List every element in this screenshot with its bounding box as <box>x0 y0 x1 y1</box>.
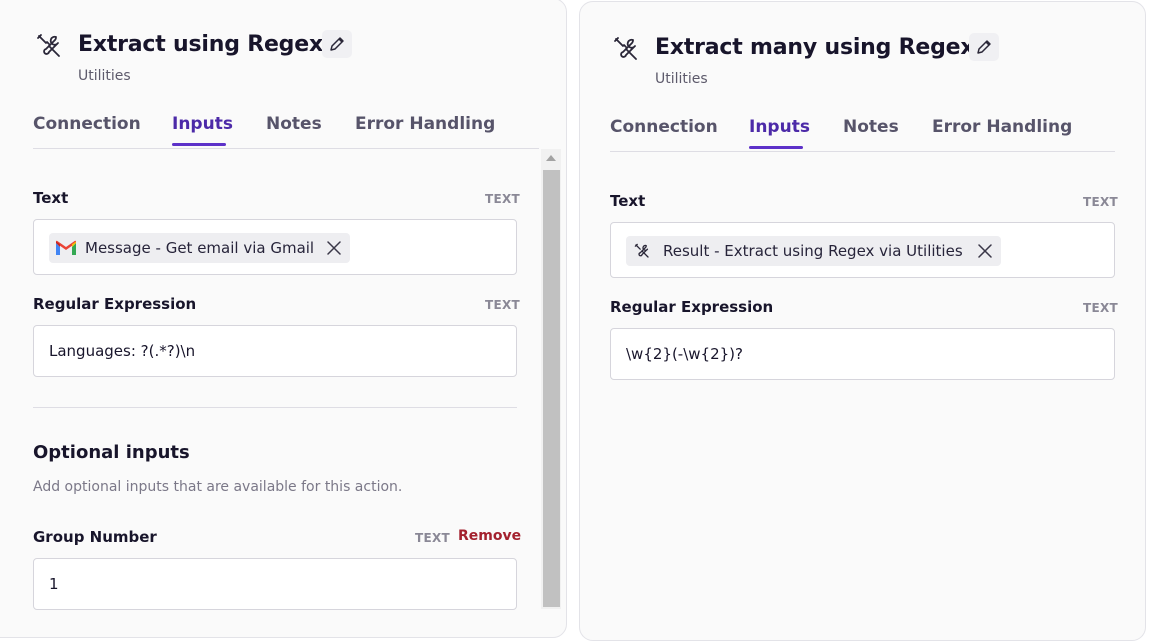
tabs-divider <box>33 148 539 149</box>
text-field-label: Text <box>33 189 69 207</box>
tools-icon <box>37 34 60 57</box>
scrollbar-thumb[interactable] <box>543 170 560 607</box>
active-tab-indicator <box>749 146 803 149</box>
remove-group-number-button[interactable]: Remove <box>458 528 521 544</box>
regex-field-input[interactable]: Languages: ?(.*?)\n <box>33 325 517 377</box>
group-number-input[interactable]: 1 <box>33 558 517 610</box>
optional-inputs-description: Add optional inputs that are available f… <box>33 479 403 495</box>
close-icon <box>977 244 992 258</box>
left-step-panel: Extract using Regex Utilities Connection… <box>0 0 567 638</box>
regex-field-type: TEXT <box>485 298 521 312</box>
variable-chip-label: Result - Extract using Regex via Utiliti… <box>663 242 963 260</box>
edit-title-button[interactable] <box>969 33 999 61</box>
right-step-panel: Extract many using Regex Utilities Conne… <box>579 1 1146 641</box>
regex-field-value: Languages: ?(.*?)\n <box>49 342 196 360</box>
tab-error-handling[interactable]: Error Handling <box>932 117 1072 137</box>
pencil-icon <box>330 37 344 51</box>
variable-chip[interactable]: Result - Extract using Regex via Utiliti… <box>626 236 1001 266</box>
tab-connection[interactable]: Connection <box>33 114 141 134</box>
remove-chip-button[interactable] <box>326 240 342 256</box>
step-title: Extract using Regex <box>78 32 323 57</box>
text-field-input[interactable]: Result - Extract using Regex via Utiliti… <box>610 222 1115 278</box>
optional-inputs-title: Optional inputs <box>33 442 190 463</box>
text-field-type: TEXT <box>1083 195 1119 209</box>
tab-inputs[interactable]: Inputs <box>172 114 233 134</box>
regex-field-input[interactable]: \w{2}(-\w{2})? <box>610 328 1115 380</box>
active-tab-indicator <box>172 143 226 146</box>
step-title: Extract many using Regex <box>655 35 975 60</box>
text-field-input[interactable]: Message - Get email via Gmail <box>33 219 517 275</box>
variable-chip-label: Message - Get email via Gmail <box>85 239 315 257</box>
regex-field-label: Regular Expression <box>33 295 197 313</box>
variable-chip[interactable]: Message - Get email via Gmail <box>49 233 351 263</box>
tab-inputs[interactable]: Inputs <box>749 117 810 137</box>
regex-field-label: Regular Expression <box>610 298 774 316</box>
tab-notes[interactable]: Notes <box>843 117 899 137</box>
scroll-up-icon[interactable] <box>545 153 557 163</box>
tab-connection[interactable]: Connection <box>610 117 718 137</box>
tab-notes[interactable]: Notes <box>266 114 322 134</box>
tab-error-handling[interactable]: Error Handling <box>355 114 495 134</box>
tools-icon <box>614 37 637 60</box>
regex-field-type: TEXT <box>1083 301 1119 315</box>
text-field-label: Text <box>610 192 646 210</box>
step-app-name: Utilities <box>655 71 708 87</box>
regex-field-value: \w{2}(-\w{2})? <box>626 345 743 363</box>
tabs-divider <box>610 151 1115 152</box>
text-field-type: TEXT <box>485 192 521 206</box>
close-icon <box>327 241 341 255</box>
section-divider <box>33 407 517 408</box>
edit-title-button[interactable] <box>322 30 352 58</box>
group-number-value: 1 <box>49 575 59 593</box>
tools-icon <box>634 243 649 258</box>
gmail-icon <box>56 240 76 255</box>
group-number-label: Group Number <box>33 528 157 546</box>
step-app-name: Utilities <box>78 68 131 84</box>
group-number-type: TEXT <box>415 531 451 545</box>
pencil-icon <box>977 40 991 54</box>
remove-chip-button[interactable] <box>977 243 993 259</box>
